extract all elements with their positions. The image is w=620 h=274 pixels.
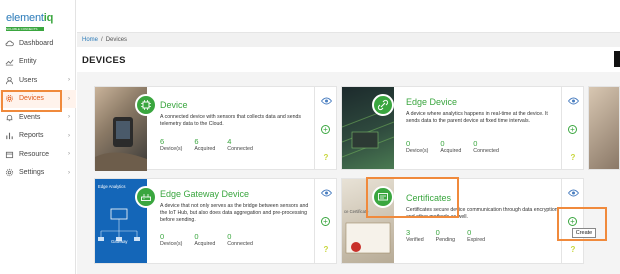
stat-devices: 0 Device(s) <box>406 139 429 154</box>
chevron-right-icon: › <box>68 132 70 139</box>
card-title: Edge Gateway Device <box>160 189 250 199</box>
gateway-router-icon <box>135 186 157 208</box>
logo[interactable]: elementiq SOLUBLE CONNECTS <box>6 8 66 31</box>
card-title: Device <box>160 100 188 110</box>
card-actions: + ? <box>314 87 336 169</box>
certificates-highlight <box>366 177 459 218</box>
add-plus-icon[interactable]: + <box>321 217 330 226</box>
user-icon <box>5 76 14 85</box>
stat-acquired: 0 Acquired <box>440 139 462 154</box>
sidebar-item-label: Devices <box>19 95 44 103</box>
box-icon <box>5 150 14 159</box>
chevron-right-icon: › <box>68 151 70 158</box>
add-plus-icon[interactable]: + <box>568 125 577 134</box>
logo-text: elementiq <box>6 12 54 24</box>
card-actions: + ? <box>314 179 336 263</box>
thumbnail-label: ce Certificate <box>344 209 369 214</box>
add-plus-icon[interactable]: + <box>321 125 330 134</box>
app-root: elementiq SOLUBLE CONNECTS Dashboard Ent… <box>0 0 620 274</box>
sidebar-item-devices[interactable]: Devices › <box>0 89 76 111</box>
stat-acquired: 0 Acquired <box>194 232 216 247</box>
edge-gateway-card: Edge Analytics Gateway Edge Gateway Devi… <box>94 178 337 264</box>
gear-icon <box>5 94 14 103</box>
sidebar-item-label: Entity <box>19 58 37 66</box>
bar-chart-icon <box>5 131 14 140</box>
cloud-icon <box>5 39 14 48</box>
sidebar-item-label: Users <box>19 76 38 84</box>
sidebar-item-label: Dashboard <box>19 39 54 47</box>
view-eye-icon[interactable] <box>567 187 579 199</box>
chevron-right-icon: › <box>68 114 70 121</box>
partial-card-thumbnail <box>588 86 620 170</box>
card-description: A device that not only serves as the bri… <box>160 203 309 223</box>
view-eye-icon[interactable] <box>320 95 332 107</box>
stat-acquired: 6 Acquired <box>194 137 216 152</box>
breadcrumb-current: Devices <box>105 37 128 43</box>
top-header <box>77 0 620 33</box>
stat-verified: 3 Verified <box>406 228 424 243</box>
device-card: Device A connected device with sensors t… <box>94 86 337 171</box>
page-title: DEVICES <box>82 55 126 66</box>
view-eye-icon[interactable] <box>567 95 579 107</box>
card-stats: 3 Verified 0 Pending 0 Expired <box>406 228 497 243</box>
stat-connected: 0 Connected <box>473 139 499 154</box>
chevron-right-icon: › <box>68 95 70 102</box>
chevron-right-icon: › <box>68 77 70 84</box>
sidebar-item-label: Reports <box>19 132 44 140</box>
top-right-bar <box>614 51 620 67</box>
card-stats: 6 Device(s) 6 Acquired 4 Connected <box>160 137 265 152</box>
card-description: A device where analytics happens in real… <box>406 111 548 124</box>
stat-expired: 0 Expired <box>467 228 486 243</box>
sidebar-item-entity[interactable]: Entity <box>0 53 76 72</box>
breadcrumb: Home / Devices <box>77 33 620 47</box>
stat-devices: 0 Device(s) <box>160 232 183 247</box>
sidebar-item-label: Resource <box>19 150 49 158</box>
sidebar-item-users[interactable]: Users › <box>0 71 76 90</box>
card-description: A connected device with sensors that col… <box>160 114 302 127</box>
chart-line-icon <box>5 57 14 66</box>
device-chip-icon <box>135 94 157 116</box>
card-stats: 0 Device(s) 0 Acquired 0 Connected <box>406 139 511 154</box>
card-actions: + ? <box>561 87 583 169</box>
card-stats: 0 Device(s) 0 Acquired 0 Connected <box>160 232 265 247</box>
sidebar-nav: Dashboard Entity Users › Devices › Event… <box>0 34 76 182</box>
thumbnail-sub: Gateway <box>111 239 128 244</box>
sidebar-item-reports[interactable]: Reports › <box>0 127 76 146</box>
card-title: Edge Device <box>406 97 458 107</box>
sidebar: elementiq SOLUBLE CONNECTS Dashboard Ent… <box>0 0 76 274</box>
stat-connected: 0 Connected <box>227 232 253 247</box>
breadcrumb-home-link[interactable]: Home <box>82 37 98 43</box>
stat-devices: 6 Device(s) <box>160 137 183 152</box>
breadcrumb-separator: / <box>101 37 103 43</box>
sidebar-item-settings[interactable]: Settings › <box>0 164 76 183</box>
sidebar-item-label: Events <box>19 113 41 121</box>
sidebar-item-resource[interactable]: Resource › <box>0 145 76 164</box>
help-question-icon[interactable]: ? <box>567 243 579 255</box>
chevron-right-icon: › <box>68 169 70 176</box>
sidebar-item-events[interactable]: Events › <box>0 108 76 127</box>
sidebar-item-label: Settings <box>19 169 45 177</box>
edge-device-link-icon <box>372 94 394 116</box>
logo-tagline: SOLUBLE CONNECTS <box>6 27 44 31</box>
stat-connected: 4 Connected <box>227 137 253 152</box>
help-question-icon[interactable]: ? <box>320 243 332 255</box>
help-question-icon[interactable]: ? <box>320 151 332 163</box>
sidebar-item-dashboard[interactable]: Dashboard <box>0 34 76 53</box>
bell-icon <box>5 113 14 122</box>
edge-device-card: Edge Device A device where analytics hap… <box>341 86 584 170</box>
stat-pending: 0 Pending <box>435 228 456 243</box>
create-tooltip: Create <box>572 228 596 238</box>
view-eye-icon[interactable] <box>320 187 332 199</box>
cog-icon <box>5 168 14 177</box>
help-question-icon[interactable]: ? <box>567 151 579 163</box>
